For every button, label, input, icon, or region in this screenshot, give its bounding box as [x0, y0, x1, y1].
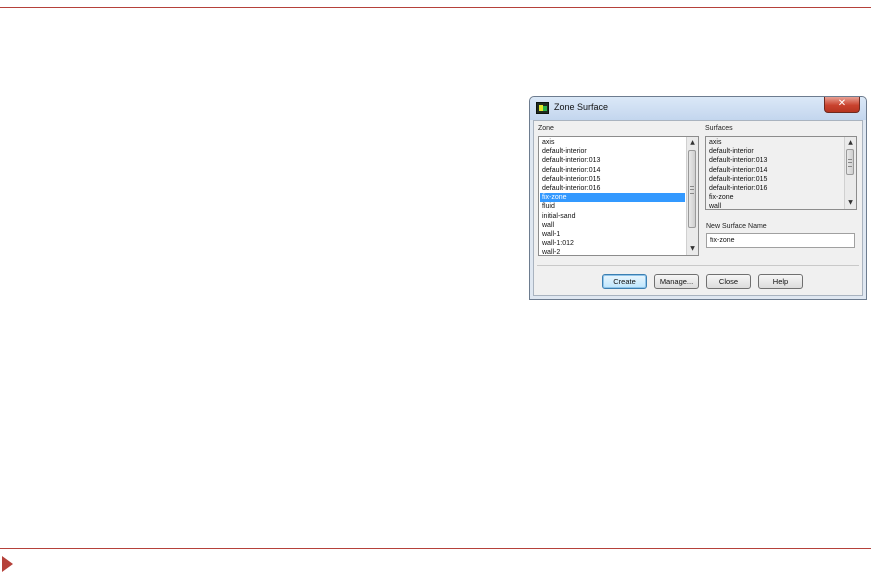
slide-arrow-icon [2, 556, 13, 572]
fluent-app-icon [536, 102, 549, 114]
button-separator [537, 265, 859, 266]
zone-list-item[interactable]: default-interior:014 [540, 166, 685, 175]
title-bar[interactable]: Zone Surface ✕ [530, 97, 866, 120]
surfaces-scroll-thumb[interactable] [846, 149, 854, 175]
zone-list-item[interactable]: default-interior:015 [540, 175, 685, 184]
scroll-up-icon[interactable]: ▲ [687, 138, 698, 148]
manage-button[interactable]: Manage... [654, 274, 699, 289]
grip-icon [848, 159, 852, 167]
surfaces-list-items: axis default-interior default-interior:013… [707, 138, 843, 209]
create-button[interactable]: Create [602, 274, 647, 289]
surfaces-list-item[interactable]: default-interior:013 [707, 156, 843, 165]
zone-list-item[interactable]: initial-sand [540, 212, 685, 221]
zone-list-item[interactable]: wall-1 [540, 230, 685, 239]
dialog-title: Zone Surface [554, 102, 609, 112]
zone-list-item[interactable]: wall-2 [540, 248, 685, 255]
zone-scrollbar[interactable]: ▲ ▼ [686, 137, 698, 255]
zone-label: Zone [538, 125, 554, 132]
new-surface-name-label: New Surface Name [706, 223, 767, 230]
zone-scroll-thumb[interactable] [688, 150, 696, 228]
surfaces-list-item[interactable]: default-interior:016 [707, 184, 843, 193]
scroll-down-icon[interactable]: ▼ [687, 244, 698, 254]
surfaces-list-item[interactable]: default-interior [707, 147, 843, 156]
grip-icon [690, 186, 694, 194]
surfaces-list-item[interactable]: wall [707, 202, 843, 209]
surfaces-label: Surfaces [705, 125, 733, 132]
surfaces-listbox[interactable]: axis default-interior default-interior:013… [705, 136, 857, 210]
dialog-client-area: Zone axis default-interior default-interio… [533, 120, 863, 296]
close-button[interactable]: Close [706, 274, 751, 289]
new-surface-name-input[interactable] [706, 233, 855, 248]
surfaces-scrollbar[interactable]: ▲ ▼ [844, 137, 856, 209]
zone-list-item[interactable]: default-interior [540, 147, 685, 156]
scroll-up-icon[interactable]: ▲ [845, 138, 856, 148]
surfaces-list-item[interactable]: axis [707, 138, 843, 147]
help-button[interactable]: Help [758, 274, 803, 289]
zone-list-item[interactable]: wall-1:012 [540, 239, 685, 248]
slide-top-rule [0, 7, 871, 8]
surfaces-list-item[interactable]: default-interior:014 [707, 166, 843, 175]
zone-list-item[interactable]: fix-zone [540, 193, 685, 203]
zone-list-item[interactable]: axis [540, 138, 685, 147]
scroll-down-icon[interactable]: ▼ [845, 198, 856, 208]
zone-surface-dialog: Zone Surface ✕ Zone axis default-interior… [529, 96, 867, 300]
surfaces-list-item[interactable]: fix-zone [707, 193, 843, 202]
close-window-button[interactable]: ✕ [824, 97, 860, 113]
surfaces-list-item[interactable]: default-interior:015 [707, 175, 843, 184]
zone-list-items: axis default-interior default-interior:013… [540, 138, 685, 255]
zone-listbox[interactable]: axis default-interior default-interior:013… [538, 136, 699, 256]
slide-bottom-rule [0, 548, 871, 549]
zone-list-item[interactable]: default-interior:013 [540, 156, 685, 165]
zone-list-item[interactable]: fluid [540, 202, 685, 211]
zone-list-item[interactable]: default-interior:016 [540, 184, 685, 193]
zone-list-item[interactable]: wall [540, 221, 685, 230]
